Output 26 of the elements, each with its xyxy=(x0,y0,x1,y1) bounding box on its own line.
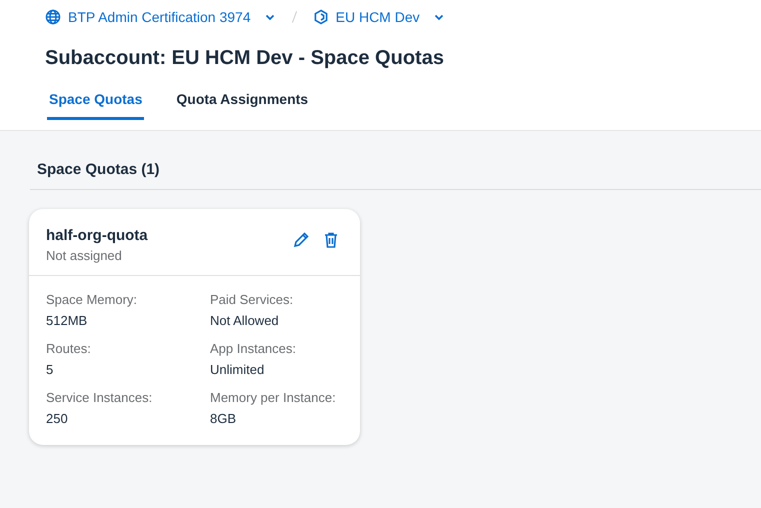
field-value: 512MB xyxy=(46,313,88,328)
pencil-icon xyxy=(292,231,310,249)
field-label: Space Memory: xyxy=(46,292,138,307)
field-value: 250 xyxy=(46,411,69,426)
field-value: Unlimited xyxy=(210,362,266,377)
field-value: 8GB xyxy=(210,411,238,426)
assignment-status: Not assigned xyxy=(46,248,123,263)
tab[interactable]: Quota Assignments xyxy=(174,85,310,120)
field-value: Not Allowed xyxy=(210,313,280,328)
field-label: Memory per Instance: xyxy=(210,390,337,405)
field-value: 5 xyxy=(46,362,54,377)
breadcrumb-dropdown[interactable]: EU HCM Dev xyxy=(312,9,445,25)
section-title: Space Quotas (1) xyxy=(37,160,161,180)
field-label: Service Instances: xyxy=(46,390,154,405)
page-title: Subaccount: EU HCM Dev - Space Quotas xyxy=(45,47,445,71)
trash-icon xyxy=(322,231,340,249)
breadcrumb-dropdown[interactable]: BTP Admin Certification 3974 xyxy=(45,9,276,25)
tab[interactable]: Space Quotas xyxy=(47,85,144,120)
globe-icon xyxy=(45,9,61,25)
hexagon-icon xyxy=(312,9,329,25)
edit-button[interactable] xyxy=(292,231,310,249)
field-label: Routes: xyxy=(46,341,92,356)
quota-name: half-org-quota xyxy=(46,227,148,244)
delete-button[interactable] xyxy=(322,231,340,249)
field-label: App Instances: xyxy=(210,341,297,356)
field-label: Paid Services: xyxy=(210,292,294,307)
